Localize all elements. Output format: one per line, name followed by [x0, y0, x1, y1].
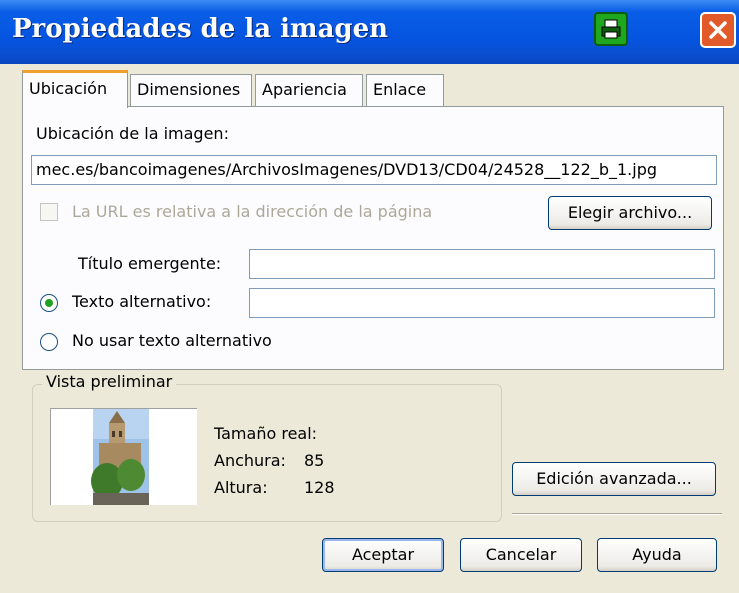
help-button[interactable]: Ayuda [597, 538, 717, 572]
no-alt-text-label: No usar texto alternativo [72, 331, 272, 350]
tab-dimensions[interactable]: Dimensiones [130, 74, 252, 106]
height-value: 128 [304, 478, 335, 497]
radio-selected-dot [45, 299, 53, 307]
choose-file-button[interactable]: Elegir archivo... [548, 196, 712, 230]
image-preview [50, 408, 197, 505]
image-location-label: Ubicación de la imagen: [36, 124, 229, 143]
relative-url-label: La URL es relativa a la dirección de la … [72, 202, 433, 221]
height-label: Altura: [214, 478, 268, 497]
tab-location[interactable]: Ubicación [22, 70, 128, 108]
printer-icon[interactable] [594, 12, 628, 46]
image-location-input[interactable]: mec.es/bancoimagenes/ArchivosImagenes/DV… [31, 155, 717, 185]
tooltip-title-input[interactable] [249, 249, 715, 279]
title-bar[interactable]: Propiedades de la imagen [0, 0, 739, 64]
alt-text-input[interactable] [249, 288, 715, 318]
alt-text-radio[interactable] [40, 294, 58, 312]
close-button[interactable] [700, 12, 736, 48]
preview-thumbnail [91, 409, 149, 505]
divider [512, 514, 722, 515]
no-alt-text-radio[interactable] [40, 333, 58, 351]
advanced-edit-button[interactable]: Edición avanzada... [512, 462, 716, 496]
relative-url-checkbox[interactable] [40, 203, 58, 221]
accept-button[interactable]: Aceptar [322, 538, 444, 572]
preview-legend: Vista preliminar [42, 372, 177, 391]
real-size-label: Tamaño real: [214, 424, 318, 443]
cancel-button[interactable]: Cancelar [460, 538, 582, 572]
window-title: Propiedades de la imagen [12, 14, 389, 44]
tooltip-title-label: Título emergente: [78, 254, 222, 273]
tab-link[interactable]: Enlace [366, 74, 444, 106]
width-label: Anchura: [214, 451, 286, 470]
width-value: 85 [304, 451, 325, 470]
alt-text-label: Texto alternativo: [72, 292, 212, 311]
close-icon [709, 21, 727, 39]
tab-appearance[interactable]: Apariencia [255, 74, 363, 106]
